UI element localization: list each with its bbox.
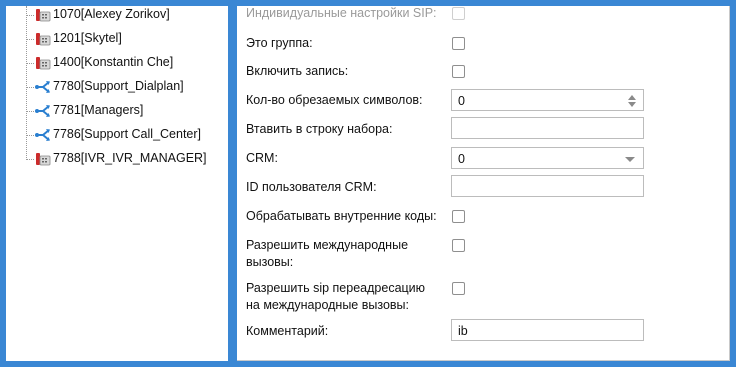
trim-chars-stepper[interactable]: 0 [451, 89, 644, 111]
phone-icon [34, 6, 52, 24]
crm-user-id-label: ID пользователя CRM: [246, 180, 377, 194]
tree-item-label: 7781[Managers] [53, 103, 144, 117]
allow-sip-redirect-label-line2: на международные вызовы: [246, 298, 409, 312]
allow-intl-checkbox[interactable] [452, 239, 465, 252]
enable-recording-label: Включить запись: [246, 64, 349, 78]
tree-item-label: 7780[Support_Dialplan] [53, 79, 184, 93]
tree-item-7786[interactable]: 7786[Support Call_Center] [6, 124, 228, 148]
dialplan-icon [34, 102, 52, 120]
tree-branch [26, 111, 34, 112]
extension-settings-form: Индивидуальные настройки SIP: Это группа… [237, 6, 730, 361]
process-internal-codes-label: Обрабатывать внутренние коды: [246, 209, 437, 223]
enable-recording-checkbox[interactable] [452, 65, 465, 78]
tree-branch [26, 39, 34, 40]
insert-dial-input[interactable] [451, 117, 644, 139]
tree-item-7781[interactable]: 7781[Managers] [6, 100, 228, 124]
tree-item-label: 1400[Konstantin Che] [53, 55, 174, 69]
extensions-tree: 1070[Alexey Zorikov] 1201[Skytel] 1400[K… [6, 6, 228, 361]
trim-chars-value: 0 [458, 94, 465, 108]
tree-item-label: 1070[Alexey Zorikov] [53, 7, 170, 21]
tree-item-1070[interactable]: 1070[Alexey Zorikov] [6, 6, 228, 28]
chevron-down-icon [625, 157, 635, 162]
phone-icon [34, 150, 52, 168]
tree-item-label: 7788[IVR_IVR_MANAGER] [53, 151, 207, 165]
is-group-label: Это группа: [246, 36, 313, 50]
tree-item-1201[interactable]: 1201[Skytel] [6, 28, 228, 52]
allow-intl-label-line1: Разрешить международные [246, 238, 409, 252]
phone-icon [34, 30, 52, 48]
phone-icon [34, 54, 52, 72]
tree-branch [26, 159, 34, 160]
allow-intl-label-line2: вызовы: [246, 255, 294, 269]
tree-item-7788[interactable]: 7788[IVR_IVR_MANAGER] [6, 148, 228, 172]
decrement-icon[interactable] [628, 102, 636, 107]
tree-item-1400[interactable]: 1400[Konstantin Che] [6, 52, 228, 76]
individual-sip-checkbox[interactable] [452, 7, 465, 20]
tree-item-7780[interactable]: 7780[Support_Dialplan] [6, 76, 228, 100]
crm-user-id-input[interactable] [451, 175, 644, 197]
individual-sip-label: Индивидуальные настройки SIP: [246, 6, 437, 20]
tree-item-label: 1201[Skytel] [53, 31, 122, 45]
crm-label: CRM: [246, 151, 278, 165]
process-internal-codes-checkbox[interactable] [452, 210, 465, 223]
comment-value: ib [458, 324, 468, 338]
comment-label: Комментарий: [246, 324, 329, 338]
tree-branch [26, 135, 34, 136]
insert-dial-label: Втавить в строку набора: [246, 122, 393, 136]
comment-input[interactable]: ib [451, 319, 644, 341]
dialplan-icon [34, 78, 52, 96]
tree-branch [26, 87, 34, 88]
is-group-checkbox[interactable] [452, 37, 465, 50]
trim-chars-label: Кол-во обрезаемых символов: [246, 93, 423, 107]
crm-select[interactable]: 0 [451, 147, 644, 169]
tree-branch [26, 15, 34, 16]
increment-icon[interactable] [628, 95, 636, 100]
allow-sip-redirect-checkbox[interactable] [452, 282, 465, 295]
tree-item-label: 7786[Support Call_Center] [53, 127, 202, 141]
form-body: Индивидуальные настройки SIP: Это группа… [237, 6, 730, 361]
allow-sip-redirect-label-line1: Разрешить sip переадресацию [246, 281, 426, 295]
dialplan-icon [34, 126, 52, 144]
tree-branch [26, 63, 34, 64]
crm-selected-value: 0 [458, 152, 465, 166]
